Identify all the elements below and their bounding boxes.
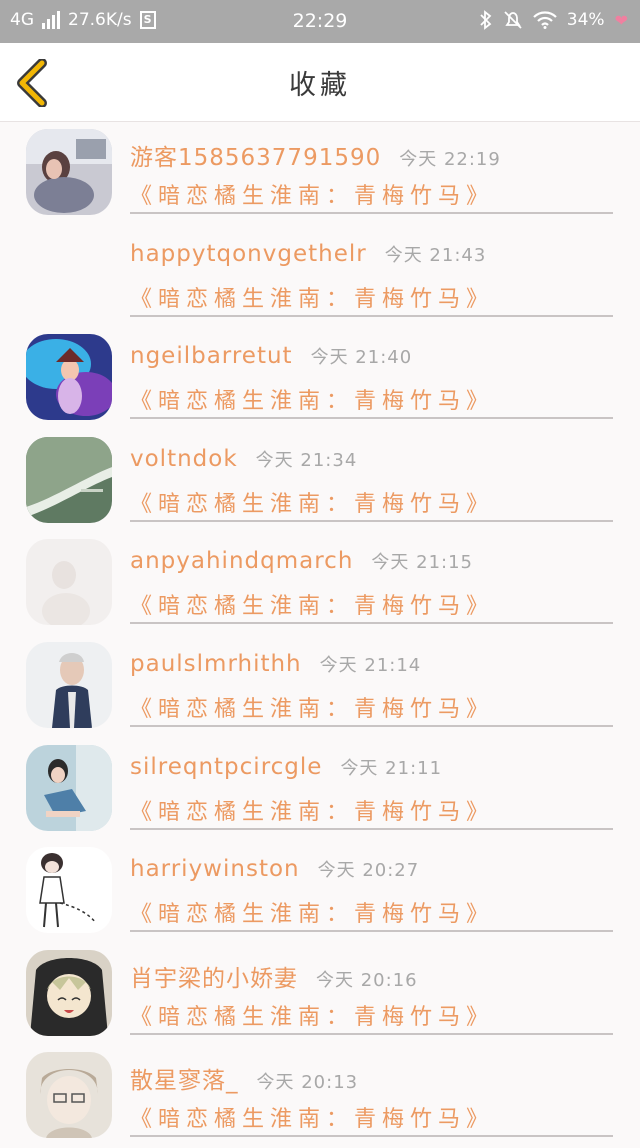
- name-line: ngeilbarretut 今天 21:40: [130, 343, 412, 369]
- list-item[interactable]: silreqntpcircgle 今天 21:11 《暗恋橘生淮南：青梅竹马》: [0, 738, 640, 841]
- app-header: 收藏: [0, 43, 640, 122]
- username[interactable]: harriywinston: [130, 856, 300, 882]
- divider: [130, 417, 613, 420]
- name-line: harriywinston 今天 20:27: [130, 856, 419, 882]
- name-line: anpyahindqmarch 今天 21:15: [130, 548, 473, 574]
- list-item[interactable]: ngeilbarretut 今天 21:40 《暗恋橘生淮南：青梅竹马》: [0, 327, 640, 430]
- status-right: 34% ❤: [479, 10, 628, 30]
- avatar[interactable]: [26, 641, 112, 728]
- page-title: 收藏: [289, 70, 351, 101]
- username[interactable]: paulslmrhithh: [130, 651, 302, 677]
- list-item[interactable]: anpyahindqmarch 今天 21:15 《暗恋橘生淮南：青梅竹马》: [0, 532, 640, 635]
- avatar[interactable]: [26, 129, 112, 215]
- divider: [130, 930, 613, 933]
- timestamp: 今天 21:43: [384, 244, 487, 266]
- timestamp: 今天 20:13: [256, 1072, 359, 1094]
- name-line: silreqntpcircgle 今天 21:11: [130, 754, 442, 780]
- timestamp: 今天 22:19: [399, 149, 501, 170]
- book-title[interactable]: 《暗恋橘生淮南：青梅竹马》: [130, 691, 494, 723]
- divider: [130, 622, 613, 625]
- username[interactable]: 肖宇梁的小娇妻: [130, 959, 298, 993]
- timestamp: 今天 21:34: [255, 449, 358, 471]
- divider: [130, 212, 613, 214]
- heart-icon: ❤: [614, 10, 628, 30]
- timestamp: 今天 21:15: [371, 552, 474, 574]
- list-item[interactable]: voltndok 今天 21:34 《暗恋橘生淮南：青梅竹马》: [0, 430, 640, 533]
- list-item[interactable]: paulslmrhithh 今天 21:14 《暗恋橘生淮南：青梅竹马》: [0, 635, 640, 738]
- divider: [130, 724, 613, 727]
- username[interactable]: anpyahindqmarch: [130, 548, 353, 574]
- timestamp: 今天 20:16: [316, 969, 418, 991]
- name-line: voltndok 今天 21:34: [130, 446, 357, 472]
- divider: [130, 1135, 613, 1138]
- book-title[interactable]: 《暗恋橘生淮南：青梅竹马》: [130, 178, 494, 210]
- book-title[interactable]: 《暗恋橘生淮南：青梅竹马》: [130, 281, 494, 313]
- avatar[interactable]: [26, 847, 112, 934]
- list-item[interactable]: happytqonvgethelr 今天 21:43 《暗恋橘生淮南：青梅竹马》: [0, 225, 640, 328]
- username[interactable]: voltndok: [130, 446, 238, 472]
- book-title[interactable]: 《暗恋橘生淮南：青梅竹马》: [130, 794, 494, 826]
- book-title[interactable]: 《暗恋橘生淮南：青梅竹马》: [130, 999, 494, 1031]
- list-item[interactable]: 肖宇梁的小娇妻 今天 20:16 《暗恋橘生淮南：青梅竹马》: [0, 943, 640, 1046]
- wifi-icon: [533, 11, 557, 29]
- divider: [130, 519, 613, 522]
- avatar[interactable]: [26, 1052, 112, 1139]
- avatar[interactable]: [26, 949, 112, 1036]
- book-title[interactable]: 《暗恋橘生淮南：青梅竹马》: [130, 1101, 494, 1133]
- avatar[interactable]: [26, 539, 112, 626]
- divider: [130, 827, 613, 830]
- timestamp: 今天 21:40: [310, 347, 413, 369]
- name-line: paulslmrhithh 今天 21:14: [130, 651, 421, 677]
- divider: [130, 314, 613, 317]
- status-bar: 4G 27.6K/s S 22:29 34% ❤: [0, 0, 640, 43]
- list-item[interactable]: 游客1585637791590 今天 22:19 《暗恋橘生淮南：青梅竹马》: [0, 122, 640, 225]
- favorites-list: 游客1585637791590 今天 22:19 《暗恋橘生淮南：青梅竹马》 h…: [0, 122, 640, 1148]
- username[interactable]: silreqntpcircgle: [130, 754, 322, 780]
- book-title[interactable]: 《暗恋橘生淮南：青梅竹马》: [130, 588, 494, 620]
- bluetooth-icon: [480, 10, 492, 30]
- avatar[interactable]: [26, 334, 112, 421]
- username[interactable]: ngeilbarretut: [130, 343, 293, 369]
- username[interactable]: 散星寥落_: [130, 1061, 239, 1095]
- name-line: 游客1585637791590 今天 22:19: [130, 138, 501, 172]
- avatar[interactable]: [26, 744, 112, 831]
- name-line: happytqonvgethelr 今天 21:43: [130, 241, 486, 267]
- list-item[interactable]: 散星寥落_ 今天 20:13 《暗恋橘生淮南：青梅竹马》: [0, 1045, 640, 1148]
- book-title[interactable]: 《暗恋橘生淮南：青梅竹马》: [130, 383, 494, 415]
- name-line: 散星寥落_ 今天 20:13: [130, 1061, 358, 1095]
- timestamp: 今天 21:14: [319, 654, 422, 676]
- name-line: 肖宇梁的小娇妻 今天 20:16: [130, 959, 418, 993]
- book-title[interactable]: 《暗恋橘生淮南：青梅竹马》: [130, 896, 494, 928]
- timestamp: 今天 21:11: [340, 757, 443, 779]
- avatar[interactable]: [26, 436, 112, 523]
- battery-level: 34%: [566, 10, 605, 30]
- divider: [130, 1032, 613, 1035]
- book-title[interactable]: 《暗恋橘生淮南：青梅竹马》: [130, 486, 494, 518]
- list-item[interactable]: harriywinston 今天 20:27 《暗恋橘生淮南：青梅竹马》: [0, 840, 640, 943]
- username[interactable]: happytqonvgethelr: [130, 241, 367, 267]
- timestamp: 今天 20:27: [317, 860, 420, 882]
- username[interactable]: 游客1585637791590: [130, 138, 381, 172]
- alarm-off-icon: [504, 11, 522, 29]
